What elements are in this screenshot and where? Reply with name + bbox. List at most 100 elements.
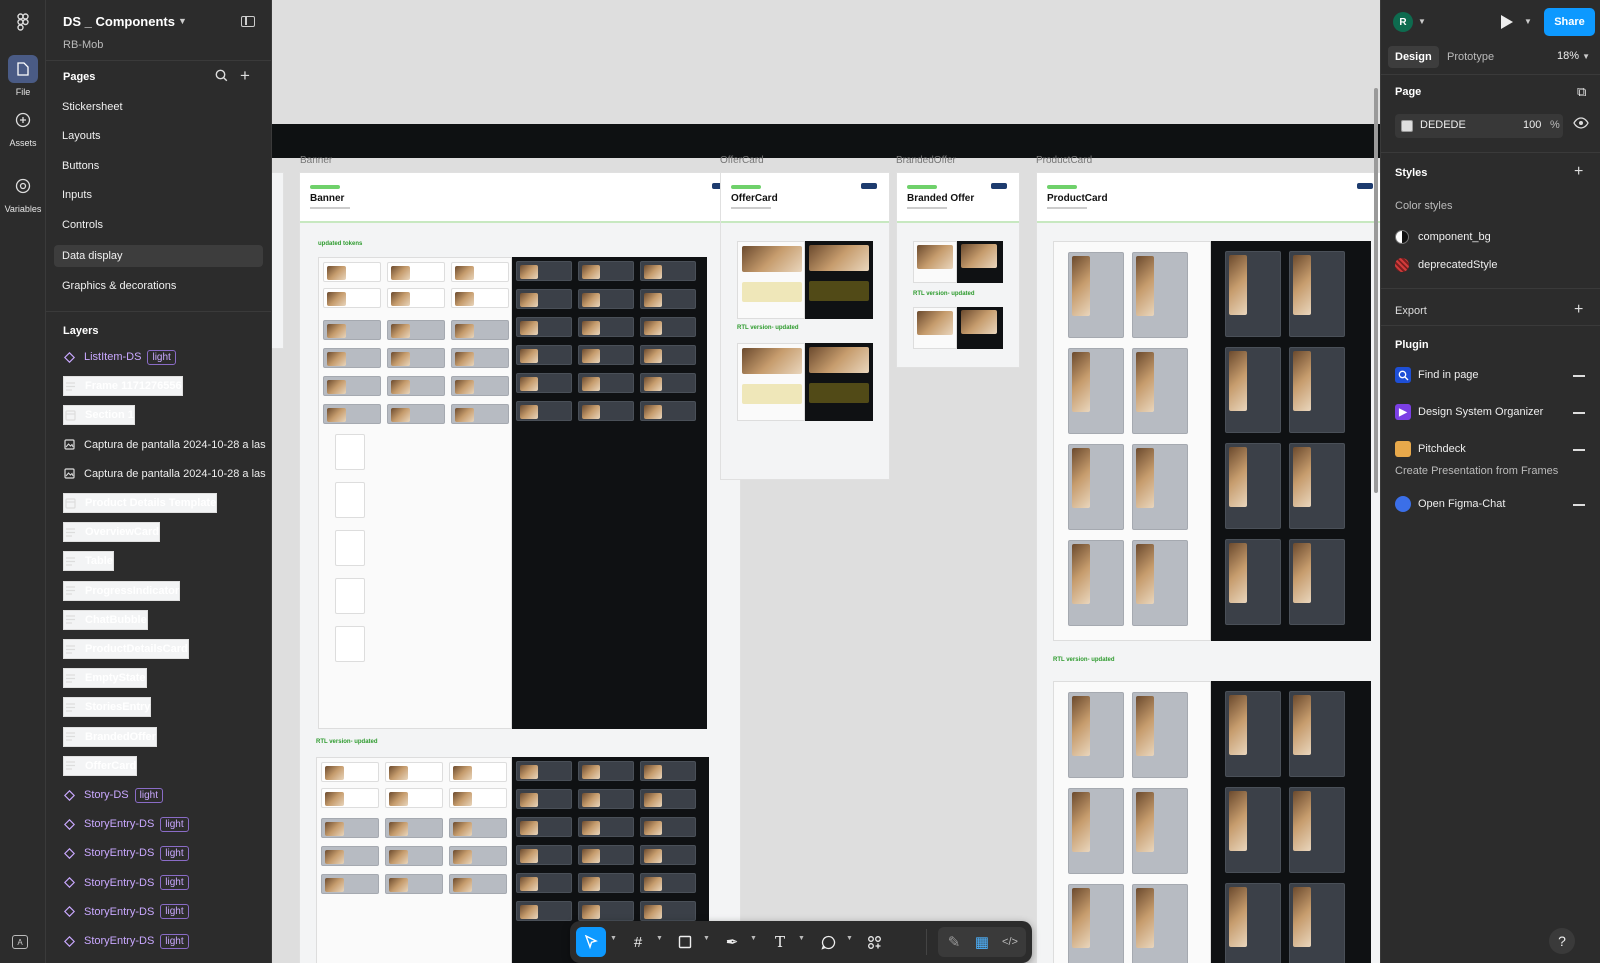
page-color-hex[interactable]: DEDEDE [1420,119,1466,131]
layer-item[interactable]: ListItem-DS light [63,347,176,367]
partial-frame[interactable] [272,172,284,349]
frame-label-brandedoffer[interactable]: BrandedOffer [896,155,956,166]
layer-item[interactable]: StoryEntry-DS light [63,814,189,834]
layer-item[interactable]: Table [63,551,114,572]
style-item[interactable]: deprecatedStyle [1418,259,1498,271]
page-item[interactable]: Inputs [54,184,263,206]
chevron-down-icon[interactable]: ▼ [703,935,710,942]
remove-plugin-icon[interactable] [1573,449,1585,451]
product-dark-panel [1211,241,1371,641]
page-opacity[interactable]: 100 [1523,119,1541,131]
chevron-down-icon[interactable]: ▼ [1418,17,1426,26]
layer-item[interactable]: StoriesEntry [63,697,152,718]
page-section-header: Page [1395,86,1422,98]
remove-plugin-icon[interactable] [1573,412,1585,414]
canvas-scrollbar[interactable] [1374,88,1378,493]
comment-tool-icon[interactable] [814,927,842,957]
style-item[interactable]: component_bg [1418,231,1491,243]
help-button[interactable]: ? [1549,928,1575,954]
tab-design[interactable]: Design [1388,46,1439,68]
page-item[interactable]: Stickersheet [54,96,263,118]
layer-label: EmptyState [85,672,146,685]
layer-item[interactable]: ChatBubble [63,609,148,630]
frame-tool-icon[interactable]: # [624,927,652,957]
layer-item[interactable]: StoryEntry-DS light [63,873,189,893]
layer-item[interactable]: OverviewCard [63,522,160,543]
frame-meta [1047,207,1087,209]
plugin-item[interactable]: Design System Organizer [1418,406,1543,418]
canvas[interactable]: Banner Banner updated tokens RTL version… [272,0,1380,963]
page-item-active[interactable]: Data display [54,245,263,267]
layer-label: ProgressIndicator [85,584,180,597]
visibility-eye-icon[interactable] [1573,117,1589,132]
chevron-down-icon[interactable]: ▼ [610,935,617,942]
brandedoffer-frame[interactable]: Branded Offer RTL version- updated [896,172,1020,368]
chevron-down-icon[interactable]: ▼ [656,935,663,942]
layer-item[interactable]: OfferCard [63,755,138,776]
layer-item[interactable]: StoryEntry-DS light [63,902,189,922]
rail-assets[interactable]: Assets [0,106,46,148]
layer-item[interactable]: EmptyState [63,668,147,689]
figma-logo-icon[interactable] [13,12,33,32]
layer-item[interactable]: Section 1 [63,405,135,426]
productcard-frame[interactable]: ProductCard RTL version- updated [1036,172,1380,963]
mode-switcher: ✎ ▦ </> [938,927,1026,957]
text-tool-icon[interactable]: T [766,927,794,957]
banner-frame[interactable]: Banner updated tokens RTL version- updat… [299,172,741,963]
chevron-down-icon[interactable]: ▼ [798,935,805,942]
plugin-item[interactable]: Find in page [1418,369,1479,381]
frame-label-productcard[interactable]: ProductCard [1036,155,1092,166]
plugin-item[interactable]: Open Figma-Chat [1418,498,1505,510]
color-swatch[interactable] [1401,120,1413,132]
page-item[interactable]: Layouts [54,125,263,147]
avatar[interactable]: R [1393,12,1413,32]
rail-variables[interactable]: Variables [0,172,46,214]
layer-item[interactable]: ProgressIndicator [63,580,181,601]
draw-mode-icon[interactable]: ✎ [940,927,968,957]
page-item[interactable]: Graphics & decorations [54,275,263,297]
frame-label-offercard[interactable]: OfferCard [720,155,764,166]
layer-item[interactable]: ProductDetailsCard [63,639,189,659]
offercard-frame[interactable]: OfferCard RTL version- updated [720,172,890,480]
actions-tool-icon[interactable] [860,927,888,957]
rectangle-tool-icon[interactable] [671,927,699,957]
layer-item[interactable]: StoryEntry-DS light [63,931,189,951]
frame-label-banner[interactable]: Banner [300,155,332,166]
tab-prototype[interactable]: Prototype [1440,46,1501,68]
play-icon[interactable] [1501,15,1513,29]
layer-label: Captura de pantalla 2024-10-28 a las [84,467,266,480]
layer-item[interactable]: StoryEntry-DS light [63,843,189,863]
page-settings-icon[interactable]: ⧉ [1577,84,1586,100]
panel-toggle-icon[interactable] [241,16,255,27]
add-export-icon[interactable]: + [1574,302,1583,318]
page-item[interactable]: Buttons [54,155,263,177]
share-button[interactable]: Share [1544,8,1595,36]
remove-plugin-icon[interactable] [1573,504,1585,506]
page-item[interactable]: Controls [54,214,263,236]
add-style-icon[interactable]: + [1574,164,1583,180]
move-tool-icon[interactable] [576,927,606,957]
design-mode-icon[interactable]: ▦ [968,927,996,957]
chevron-down-icon[interactable]: ▼ [178,16,187,26]
search-icon[interactable] [215,69,228,85]
plugin-item[interactable]: Pitchdeck [1418,443,1466,455]
pen-tool-icon[interactable]: ✒ [718,927,746,957]
remove-plugin-icon[interactable] [1573,375,1585,377]
chevron-down-icon[interactable]: ▼ [750,935,757,942]
page-color-field[interactable]: DEDEDE 100 % [1395,114,1563,138]
layer-item[interactable]: BrandedOffer [63,726,157,747]
layer-item[interactable]: Captura de pantalla 2024-10-28 a las [63,464,266,484]
add-page-icon[interactable]: + [240,66,250,86]
chevron-down-icon[interactable]: ▼ [1524,17,1532,26]
chevron-down-icon[interactable]: ▼ [846,935,853,942]
zoom-level[interactable]: 18% ▼ [1557,50,1590,62]
rail-file[interactable]: File [0,55,46,97]
thumbnail-image [453,766,472,780]
layer-item[interactable]: Product Details Template [63,493,218,513]
dev-mode-icon[interactable]: </> [996,927,1024,957]
file-title[interactable]: DS _ Components [63,14,175,29]
layer-item[interactable]: Frame 1171276556 [63,376,183,397]
layer-item[interactable]: Captura de pantalla 2024-10-28 a las [63,435,266,455]
layer-item[interactable]: Story-DS light [63,785,163,805]
accessibility-icon[interactable]: A [12,935,28,949]
